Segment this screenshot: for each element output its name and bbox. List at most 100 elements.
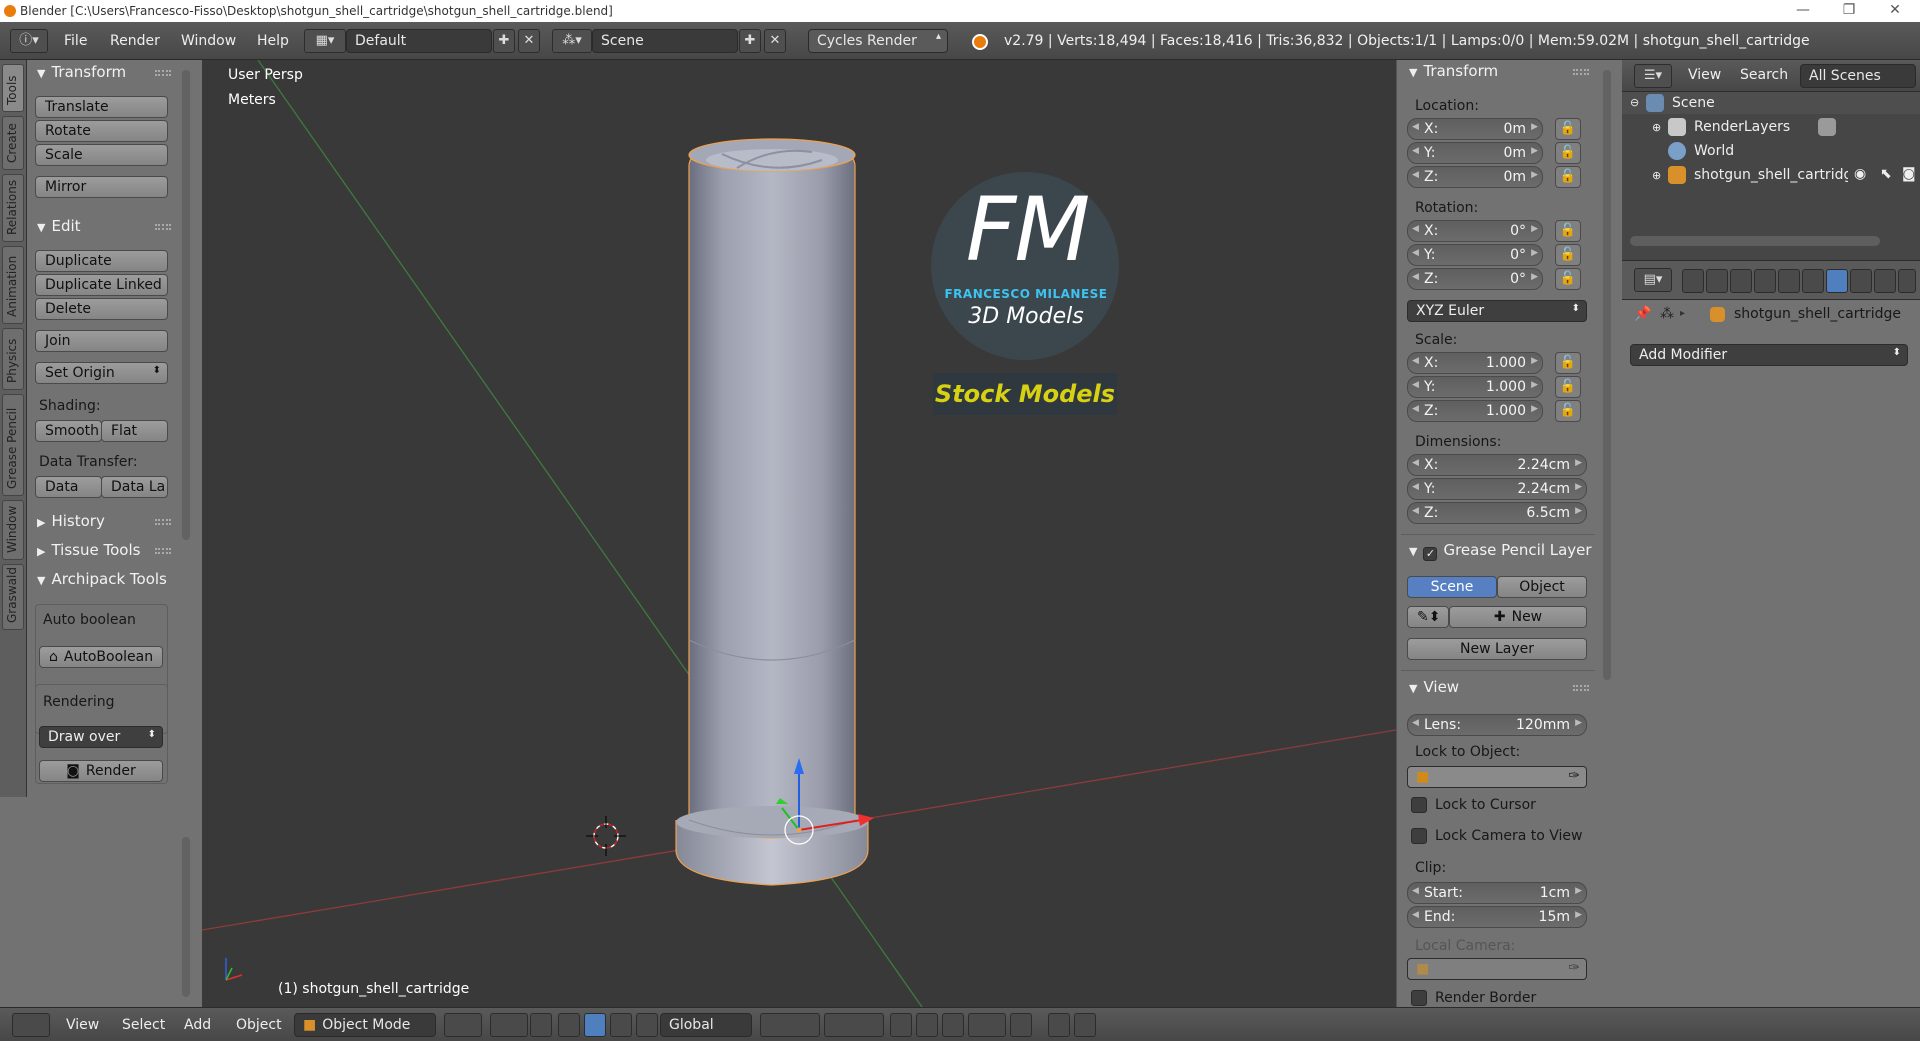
flat-button[interactable]: Flat xyxy=(101,420,168,442)
camera-render-icon[interactable]: ◙ xyxy=(1902,166,1916,182)
lens-field[interactable]: ◀ Lens: 120mm ▶ xyxy=(1407,714,1587,736)
outliner-scrollbar[interactable] xyxy=(1630,236,1880,246)
add-modifier-dropdown[interactable]: Add Modifier ⬍ xyxy=(1630,344,1908,366)
dimensions-x-field[interactable]: ◀ X: 2.24cm ▶ xyxy=(1407,454,1587,476)
object-tab-icon[interactable] xyxy=(1778,269,1800,293)
drag-grip-icon[interactable] xyxy=(155,224,171,230)
pivot-point-icon[interactable] xyxy=(490,1013,528,1037)
rotation-mode-dropdown[interactable]: XYZ Euler ⬍ xyxy=(1407,300,1587,322)
render-engine-select[interactable]: Cycles Render ▴ xyxy=(808,29,948,53)
outliner-search-menu[interactable]: Search xyxy=(1740,67,1788,83)
editor-type-info-icon[interactable]: ⓘ▾ xyxy=(10,29,48,53)
outliner-display-mode[interactable]: All Scenes xyxy=(1800,64,1916,88)
translate-manipulator-icon[interactable] xyxy=(558,1013,580,1037)
screen-layout-icon[interactable]: ▦▾ xyxy=(304,29,346,53)
remove-scene-icon[interactable]: ✕ xyxy=(764,29,786,53)
lock-to-object-field[interactable]: ■ ✑ xyxy=(1407,766,1587,788)
archipack-tools-panel-header[interactable]: ▼ Archipack Tools xyxy=(37,570,167,588)
remove-screen-icon[interactable]: ✕ xyxy=(518,29,540,53)
tab-create[interactable]: Create xyxy=(2,116,24,170)
menu-help[interactable]: Help xyxy=(257,33,289,49)
scene-browse-icon[interactable]: ⁂▾ xyxy=(552,29,592,53)
outliner-item-renderlayers[interactable]: RenderLayers xyxy=(1694,119,1790,135)
scale-y-field[interactable]: ◀ Y: 1.000 ▶ xyxy=(1407,376,1543,398)
location-z-field[interactable]: ◀ Z: 0m ▶ xyxy=(1407,166,1543,188)
sidebar-scrollbar[interactable] xyxy=(1603,70,1611,680)
scale-button[interactable]: Scale xyxy=(35,144,168,166)
new-layer-button[interactable]: New Layer xyxy=(1407,638,1587,660)
render-layers-tab-icon[interactable] xyxy=(1706,269,1728,293)
scene-tab-icon[interactable] xyxy=(1730,269,1752,293)
expand-icon[interactable]: ⊕ xyxy=(1652,121,1661,134)
clip-end-field[interactable]: ◀ End: 15m ▶ xyxy=(1407,906,1587,928)
duplicate-button[interactable]: Duplicate xyxy=(35,250,168,272)
menu-render[interactable]: Render xyxy=(110,33,160,49)
menu-file[interactable]: File xyxy=(64,33,87,49)
drag-grip-icon[interactable] xyxy=(155,70,171,76)
outliner-item-world[interactable]: World xyxy=(1694,143,1734,159)
maximize-button[interactable]: ❐ xyxy=(1826,0,1872,22)
lock-icon[interactable]: 🔓 xyxy=(1555,376,1581,398)
rotation-z-field[interactable]: ◀ Z: 0° ▶ xyxy=(1407,268,1543,290)
material-tab-icon[interactable] xyxy=(1874,269,1896,293)
lower-scrollbar[interactable] xyxy=(182,837,190,997)
duplicate-linked-button[interactable]: Duplicate Linked xyxy=(35,274,168,296)
dimensions-y-field[interactable]: ◀ Y: 2.24cm ▶ xyxy=(1407,478,1587,500)
menu-add[interactable]: Add xyxy=(184,1017,211,1033)
world-tab-icon[interactable] xyxy=(1754,269,1776,293)
lock-icon[interactable]: 🔓 xyxy=(1555,220,1581,242)
translate-button[interactable]: Translate xyxy=(35,96,168,118)
eye-icon[interactable]: ◉ xyxy=(1854,166,1866,182)
menu-window[interactable]: Window xyxy=(181,33,236,49)
snap-target-icon[interactable] xyxy=(1010,1013,1032,1037)
viewport-shading-icon[interactable] xyxy=(444,1013,482,1037)
3d-viewport[interactable]: User Persp Meters (1) shotgun_shell_cart… xyxy=(202,60,1396,1007)
join-button[interactable]: Join xyxy=(35,330,168,352)
lock-to-cursor-checkbox[interactable] xyxy=(1411,797,1427,813)
menu-select[interactable]: Select xyxy=(122,1017,165,1033)
lock-icon[interactable]: 🔓 xyxy=(1555,400,1581,422)
snap-toggle-icon[interactable] xyxy=(942,1013,964,1037)
outliner-item-object[interactable]: shotgun_shell_cartridge xyxy=(1694,167,1848,183)
manipulator-extra-icon[interactable] xyxy=(636,1013,658,1037)
rotation-y-field[interactable]: ◀ Y: 0° ▶ xyxy=(1407,244,1543,266)
tab-graswald[interactable]: Graswald xyxy=(2,564,24,630)
tab-physics[interactable]: Physics xyxy=(2,328,24,390)
interaction-mode-dropdown[interactable]: ■ Object Mode xyxy=(294,1013,436,1037)
3d-cursor-icon[interactable] xyxy=(586,816,626,856)
collapse-icon[interactable]: ⊖ xyxy=(1630,96,1639,109)
dimensions-z-field[interactable]: ◀ Z: 6.5cm ▶ xyxy=(1407,502,1587,524)
location-y-field[interactable]: ◀ Y: 0m ▶ xyxy=(1407,142,1543,164)
layer-lock-icon[interactable] xyxy=(890,1013,912,1037)
drag-grip-icon[interactable] xyxy=(155,548,171,554)
menu-view[interactable]: View xyxy=(66,1017,99,1033)
shotgun-shell-mesh[interactable] xyxy=(675,138,869,886)
eyedropper-icon[interactable]: ✑ xyxy=(1568,768,1580,784)
tool-shelf-scrollbar[interactable] xyxy=(182,70,190,540)
lock-icon[interactable]: 🔓 xyxy=(1555,142,1581,164)
smooth-button[interactable]: Smooth xyxy=(35,420,102,442)
proportional-editing-icon[interactable] xyxy=(916,1013,938,1037)
local-camera-field[interactable]: ■ ✑ xyxy=(1407,958,1587,980)
history-panel-header[interactable]: ▶ History xyxy=(37,512,105,530)
rotation-x-field[interactable]: ◀ X: 0° ▶ xyxy=(1407,220,1543,242)
snap-element-icon[interactable] xyxy=(968,1013,1006,1037)
menu-object[interactable]: Object xyxy=(236,1017,282,1033)
view-panel-header[interactable]: ▼ View xyxy=(1409,678,1459,696)
outliner-item-scene[interactable]: Scene xyxy=(1672,95,1715,111)
constraints-tab-icon[interactable] xyxy=(1802,269,1824,293)
close-button[interactable]: ✕ xyxy=(1872,0,1918,22)
mirror-button[interactable]: Mirror xyxy=(35,176,168,198)
drag-grip-icon[interactable] xyxy=(1573,69,1589,75)
grease-pencil-panel-header[interactable]: ▼ ✓ Grease Pencil Layer xyxy=(1409,541,1599,561)
lock-icon[interactable]: 🔓 xyxy=(1555,352,1581,374)
eyedropper-icon[interactable]: ✑ xyxy=(1568,960,1580,976)
lock-camera-to-view-checkbox[interactable] xyxy=(1411,828,1427,844)
add-screen-icon[interactable]: ✚ xyxy=(493,29,515,53)
lock-icon[interactable]: 🔓 xyxy=(1555,268,1581,290)
add-scene-icon[interactable]: ✚ xyxy=(739,29,761,53)
tab-relations[interactable]: Relations xyxy=(2,174,24,242)
clip-start-field[interactable]: ◀ Start: 1cm ▶ xyxy=(1407,882,1587,904)
modifiers-tab-icon[interactable] xyxy=(1826,269,1848,293)
scale-z-field[interactable]: ◀ Z: 1.000 ▶ xyxy=(1407,400,1543,422)
